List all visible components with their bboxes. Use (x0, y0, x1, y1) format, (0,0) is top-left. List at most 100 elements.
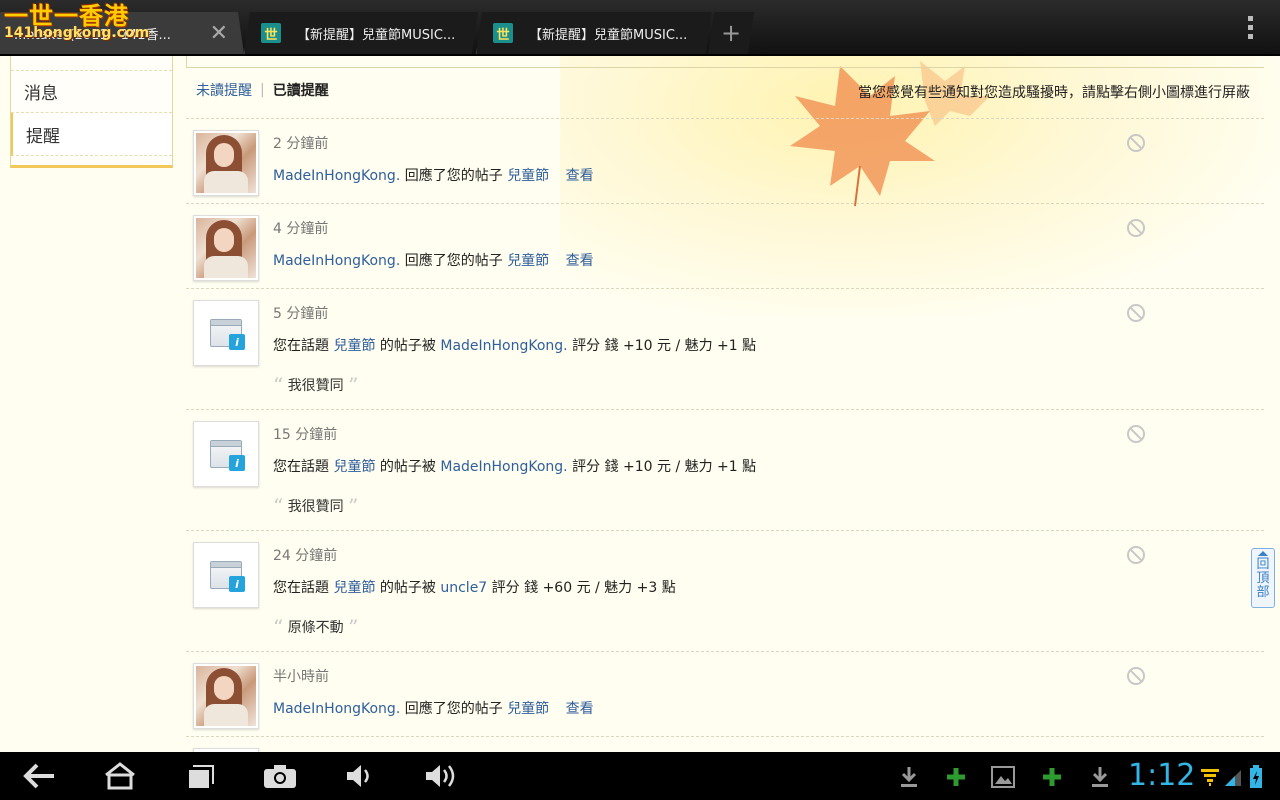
view-link[interactable]: 查看 (566, 701, 594, 717)
up-arrow-icon (1258, 551, 1268, 556)
system-info-icon: i (210, 319, 245, 350)
user-link[interactable]: MadeInHongKong. (440, 338, 567, 354)
sidebar-item-reminders[interactable]: 提醒 (11, 113, 172, 156)
view-link[interactable]: 查看 (566, 168, 594, 184)
notice-item: i 24 分鐘前 您在話題 兒童節 的帖子被 uncle7 評分 錢 +60 元… (186, 531, 1264, 652)
notice-list: 2 分鐘前 MadeInHongKong. 回應了您的帖子 兒童節 查看 4 分… (186, 118, 1264, 752)
site-logo: 一世一香港 141hongkong.com (4, 4, 149, 40)
notice-time: 15 分鐘前 (273, 427, 338, 443)
tab-title: 【新提醒】兒童節MUSIC... (529, 27, 688, 43)
user-link[interactable]: uncle7 (440, 580, 487, 596)
volume-up-icon[interactable] (422, 760, 462, 792)
user-link[interactable]: MadeInHongKong. (273, 701, 400, 717)
download-icon[interactable] (1089, 764, 1111, 790)
user-link[interactable]: MadeInHongKong. (273, 253, 400, 269)
home-icon[interactable] (102, 760, 138, 792)
block-notice-icon[interactable] (1127, 425, 1145, 443)
block-hint-text: 當您感覺有些通知對您造成騷擾時，請點擊右側小圖標進行屏蔽 (858, 85, 1250, 101)
notice-prefix: 您在話題 (273, 338, 329, 354)
avatar[interactable] (193, 215, 259, 281)
rating-text: 評分 錢 +60 元 / 魅力 +3 點 (491, 580, 676, 596)
thread-link[interactable]: 兒童節 (507, 168, 549, 184)
thread-link[interactable]: 兒童節 (333, 580, 375, 596)
site-favicon-icon: 世 (261, 23, 281, 43)
browser-tab-3[interactable]: 世 【新提醒】兒童節MUSIC... (476, 12, 712, 54)
notice-item: 2 分鐘前 MadeInHongKong. 回應了您的帖子 兒童節 查看 (186, 119, 1264, 204)
notice-action: 回應了您的帖子 (404, 701, 503, 717)
user-link[interactable]: MadeInHongKong. (273, 168, 400, 184)
rating-text: 評分 錢 +10 元 / 魅力 +1 點 (572, 459, 757, 475)
system-bar: 1:12 (0, 752, 1280, 800)
signal-icon[interactable] (1222, 764, 1244, 790)
block-notice-icon[interactable] (1127, 219, 1145, 237)
sidebar-nav: 消息 提醒 (10, 56, 173, 168)
overflow-menu-icon[interactable] (1248, 16, 1254, 39)
close-tab-icon[interactable]: ✕ (210, 21, 228, 46)
notice-text: 您在話題 兒童節 的帖子被 MadeInHongKong. 評分 錢 +10 元… (273, 456, 756, 476)
block-notice-icon[interactable] (1127, 546, 1145, 564)
plus-icon[interactable] (1040, 764, 1064, 790)
download-icon[interactable] (898, 764, 920, 790)
notice-middle: 的帖子被 (379, 580, 436, 596)
rating-quote: “ 我很贊同 ” (273, 373, 359, 397)
web-page: 消息 提醒 未讀提醒 | 已讀提醒 當您感覺有些通知對您造成騷擾時，請點擊右側小… (0, 56, 1280, 752)
notice-panel: 未讀提醒 | 已讀提醒 當您感覺有些通知對您造成騷擾時，請點擊右側小圖標進行屏蔽… (186, 56, 1264, 752)
notice-subtabs: 未讀提醒 | 已讀提醒 (196, 80, 329, 100)
thread-link[interactable]: 兒童節 (333, 459, 375, 475)
new-tab-button[interactable]: + (708, 12, 754, 54)
logo-domain-text: 141hongkong.com (4, 25, 150, 41)
system-notice-avatar: i (193, 421, 259, 487)
notice-action: 回應了您的帖子 (404, 253, 503, 269)
quote-text: 我很贊同 (287, 378, 344, 394)
notice-text: MadeInHongKong. 回應了您的帖子 兒童節 查看 (273, 165, 594, 185)
notice-time: 半小時前 (273, 669, 329, 685)
volume-down-icon[interactable] (342, 760, 378, 792)
avatar[interactable] (193, 130, 259, 196)
system-notice-avatar: i (193, 300, 259, 366)
notice-text: 您在話題 兒童節 的帖子被 MadeInHongKong. 評分 錢 +10 元… (273, 335, 756, 355)
notice-text: 您在話題 兒童節 的帖子被 uncle7 評分 錢 +60 元 / 魅力 +3 … (273, 577, 676, 597)
system-notice-avatar: i (193, 542, 259, 608)
rating-text: 評分 錢 +10 元 / 魅力 +1 點 (572, 338, 757, 354)
image-icon[interactable] (990, 764, 1016, 790)
browser-tab-bar: ...ntakes(2011 - 141香... ✕ 世 【新提醒】兒童節MUS… (0, 0, 1280, 56)
block-notice-icon[interactable] (1127, 667, 1145, 685)
rating-quote: “ 我很贊同 ” (273, 494, 359, 518)
notice-action: 回應了您的帖子 (404, 168, 503, 184)
recent-apps-icon[interactable] (184, 760, 220, 792)
tab-title: 【新提醒】兒童節MUSIC... (297, 27, 456, 43)
tab-read[interactable]: 已讀提醒 (273, 80, 329, 100)
notice-middle: 的帖子被 (379, 459, 436, 475)
notice-item: i 15 分鐘前 您在話題 兒童節 的帖子被 MadeInHongKong. 評… (186, 410, 1264, 531)
block-notice-icon[interactable] (1127, 134, 1145, 152)
notice-middle: 的帖子被 (379, 338, 436, 354)
thread-link[interactable]: 兒童節 (333, 338, 375, 354)
system-info-icon: i (210, 440, 245, 471)
thread-link[interactable]: 兒童節 (507, 253, 549, 269)
back-icon[interactable] (22, 760, 58, 792)
view-link[interactable]: 查看 (566, 253, 594, 269)
notice-item: 半小時前 MadeInHongKong. 回應了您的帖子 兒童節 查看 (186, 652, 1264, 737)
notice-time: 2 分鐘前 (273, 136, 329, 152)
browser-tab-2[interactable]: 世 【新提醒】兒童節MUSIC... (244, 12, 478, 54)
notice-time: 5 分鐘前 (273, 306, 329, 322)
notice-item: i 5 分鐘前 您在話題 兒童節 的帖子被 MadeInHongKong. 評分… (186, 289, 1264, 410)
wifi-icon[interactable] (1200, 764, 1220, 790)
block-notice-icon[interactable] (1127, 304, 1145, 322)
screenshot-icon[interactable] (262, 760, 298, 792)
sidebar-item-messages[interactable]: 消息 (11, 70, 172, 113)
notice-prefix: 您在話題 (273, 459, 329, 475)
status-clock[interactable]: 1:12 (1128, 758, 1195, 793)
thread-link[interactable]: 兒童節 (507, 701, 549, 717)
tab-unread[interactable]: 未讀提醒 (196, 80, 252, 100)
back-to-top-button[interactable]: 回頂部 (1251, 548, 1275, 608)
rating-quote: “ 原條不動 ” (273, 615, 359, 639)
user-link[interactable]: MadeInHongKong. (440, 459, 567, 475)
notice-time: 24 分鐘前 (273, 548, 338, 564)
system-info-icon: i (210, 561, 245, 592)
plus-icon[interactable] (944, 764, 968, 790)
notice-time: 4 分鐘前 (273, 221, 329, 237)
battery-icon[interactable] (1248, 764, 1264, 790)
notice-prefix: 您在話題 (273, 580, 329, 596)
avatar[interactable] (193, 663, 259, 729)
